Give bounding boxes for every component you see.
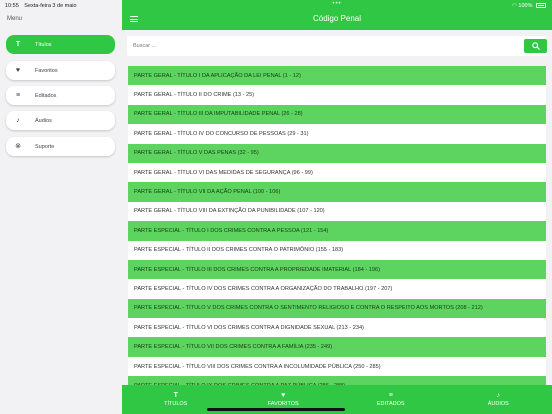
list-item[interactable]: PARTE ESPECIAL - TÍTULO IV DOS CRIMES CO…	[128, 279, 546, 299]
list-item[interactable]: PARTE GERAL - TÍTULO VI DAS MEDIDAS DE S…	[128, 162, 546, 183]
sidebar-item-label: Suporte	[35, 143, 55, 150]
list-item[interactable]: PARTE ESPECIAL - TÍTULO V DOS CRIMES CON…	[128, 298, 546, 319]
list-item[interactable]: PARTE ESPECIAL - TÍTULO III DOS CRIMES C…	[128, 259, 546, 280]
sidebar-item-label: Favoritos	[35, 67, 58, 74]
tab-label: EDITADOS	[376, 401, 405, 407]
search-icon	[531, 42, 540, 50]
tab-audios[interactable]: ♪ ÁUDIOS	[445, 385, 552, 414]
music-note-icon: ♪	[496, 392, 501, 399]
sidebar-title: Menu	[7, 16, 23, 22]
tab-label: ÁUDIOS	[487, 401, 509, 407]
page-title: Código Penal	[312, 14, 362, 23]
sidebar-item-label: Títulos	[35, 41, 52, 48]
support-icon: ⊗	[15, 143, 21, 150]
list-item[interactable]: PARTE GERAL - TÍTULO I DA APLICAÇÃO DA L…	[128, 66, 546, 86]
music-note-icon: ♪	[16, 117, 20, 124]
tab-label: TÍTULOS	[164, 401, 188, 407]
status-time: 10:55	[5, 3, 19, 9]
sidebar-item-editados[interactable]: ≡ Editados	[6, 86, 115, 105]
list-item[interactable]: PARTE ESPECIAL - TÍTULO VII DOS CRIMES C…	[128, 337, 546, 357]
heart-icon: ♥	[15, 67, 21, 74]
title-T-icon: T	[173, 392, 178, 399]
wifi-icon: ◠	[512, 3, 517, 9]
lines-icon: ≡	[15, 92, 21, 99]
main-panel: ••• ◠ 100% Código Penal PARTE GERAL - TÍ…	[122, 0, 552, 414]
sidebar-item-label: Áudios	[35, 117, 52, 124]
status-date: Sexta-feira 3 de maio	[24, 3, 77, 9]
status-bar-left: 10:55 Sexta-feira 3 de maio	[5, 3, 81, 9]
list-item[interactable]: PARTE GERAL - TÍTULO VII DA AÇÃO PENAL (…	[128, 182, 546, 202]
sidebar-item-suporte[interactable]: ⊗ Suporte	[6, 137, 115, 156]
app-screen: 10:55 Sexta-feira 3 de maio Menu T Títul…	[0, 0, 552, 414]
list-item[interactable]: PARTE ESPECIAL - TÍTULO II DOS CRIMES CO…	[128, 240, 546, 260]
battery-percent: 100%	[518, 3, 533, 9]
lines-icon: ≡	[388, 392, 393, 399]
search-input[interactable]	[127, 36, 517, 56]
list-item[interactable]: PARTE GERAL - TÍTULO III DA IMPUTABILIDA…	[128, 104, 546, 125]
title-T-icon: T	[15, 41, 21, 48]
more-dots-icon[interactable]: •••	[122, 1, 552, 7]
list-item[interactable]: PARTE GERAL - TÍTULO V DAS PENAS (32 - 9…	[128, 143, 546, 163]
list-item[interactable]: PARTE GERAL - TÍTULO II DO CRIME (13 - 2…	[128, 85, 546, 105]
sidebar: 10:55 Sexta-feira 3 de maio Menu T Títul…	[0, 0, 122, 414]
home-indicator	[207, 408, 345, 411]
tab-editados[interactable]: ≡ EDITADOS	[337, 385, 445, 414]
list-item[interactable]: PARTE GERAL - TÍTULO IV DO CONCURSO DE P…	[128, 124, 546, 144]
sidebar-item-titulos[interactable]: T Títulos	[6, 35, 115, 54]
sidebar-item-audios[interactable]: ♪ Áudios	[6, 111, 115, 130]
search-button[interactable]	[524, 39, 547, 53]
search-bar	[127, 36, 547, 56]
heart-icon: ♥	[281, 392, 286, 399]
battery-icon	[536, 3, 546, 9]
sidebar-item-favoritos[interactable]: ♥ Favoritos	[6, 61, 115, 80]
list-item[interactable]: PARTE GERAL - TÍTULO VIII DA EXTINÇÃO DA…	[128, 201, 546, 222]
list-item[interactable]: PARTE ESPECIAL - TÍTULO VIII DOS CRIMES …	[128, 356, 546, 377]
app-header: ••• ◠ 100% Código Penal	[122, 0, 552, 30]
tab-label: FAVORITOS	[267, 401, 299, 407]
list-item[interactable]: PARTE ESPECIAL - TÍTULO I DOS CRIMES CON…	[128, 221, 546, 241]
list-item[interactable]: PARTE ESPECIAL - TÍTULO VI DOS CRIMES CO…	[128, 318, 546, 338]
sidebar-item-label: Editados	[35, 92, 57, 99]
titles-list: PARTE GERAL - TÍTULO I DA APLICAÇÃO DA L…	[128, 66, 546, 396]
status-bar-right: ◠ 100%	[512, 3, 546, 9]
